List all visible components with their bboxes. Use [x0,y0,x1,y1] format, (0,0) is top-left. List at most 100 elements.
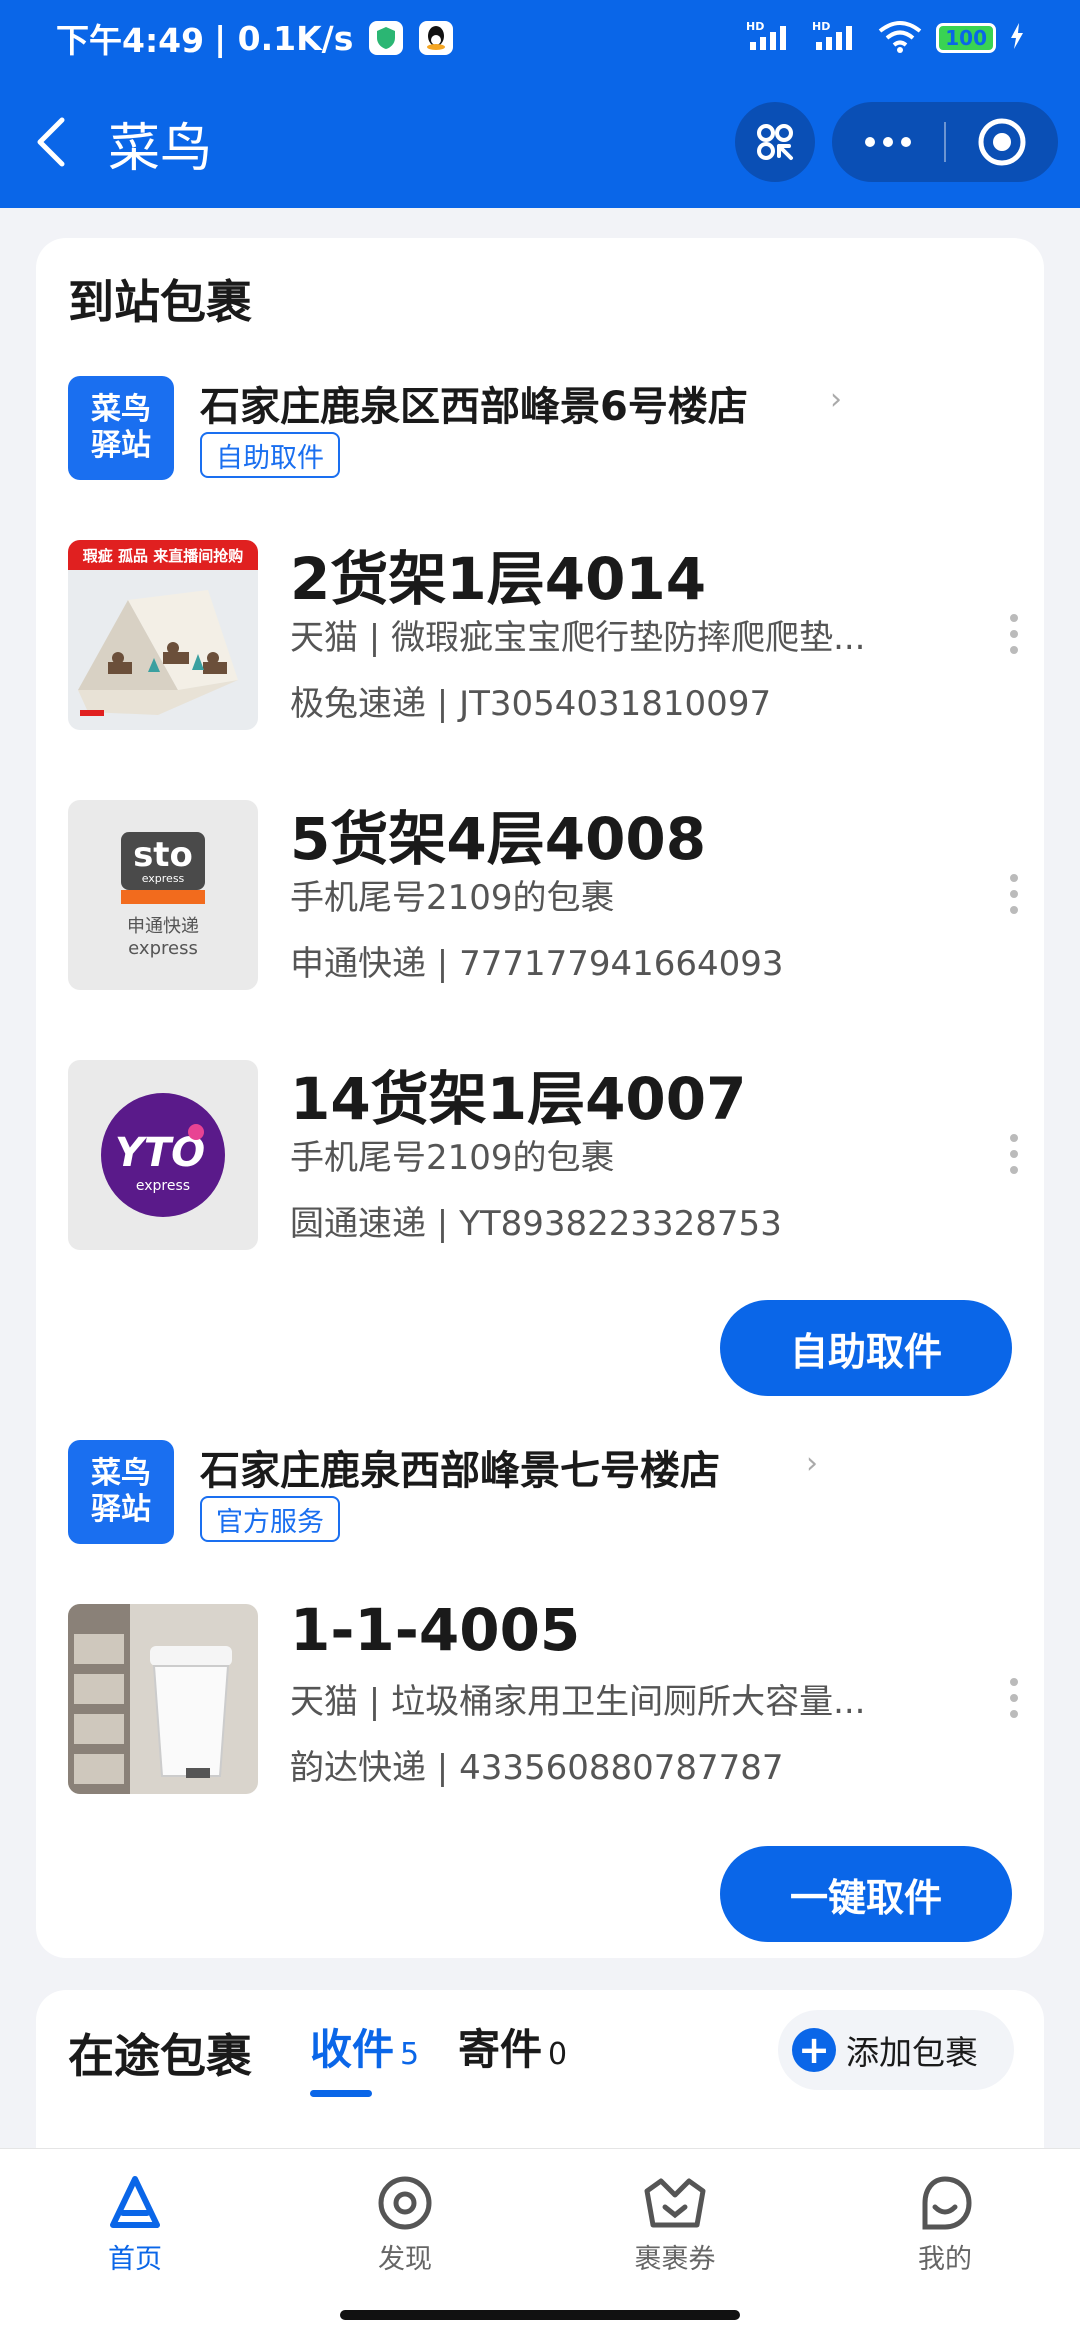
package-tracking: 极兔速递 | JT3054031810097 [290,684,772,724]
arrived-packages-card: 到站包裹 菜鸟 驿站 石家庄鹿泉区西部峰景6号楼店 › 自助取件 瑕疵 孤品 来… [36,238,1044,1958]
vertical-dots-icon [1010,1678,1018,1718]
section-title-transit: 在途包裹 [68,2029,252,2083]
package-item[interactable]: 1-1-4005 天猫 | 垃圾桶家用卫生间厕所大容量... 韵达快递 | 43… [68,1596,1020,1794]
tab-send[interactable]: 寄件 0 [458,2016,567,2077]
status-time: 下午4:49 [56,21,205,60]
package-shelf-code: 5货架4层4008 [290,805,707,873]
page-title: 菜鸟 [108,119,213,179]
home-icon [110,2176,160,2228]
tab-receive-label: 收件 [310,2025,395,2074]
thumb-banner-text: 瑕疵 孤品 来直播间抢购 [83,547,243,565]
wifi-icon [878,19,922,58]
network-label-2: HD [812,20,830,33]
chevron-left-icon [37,117,65,167]
mini-program-capsule [832,102,1058,182]
tabbar-label: 发现 [378,2244,432,2275]
station-name: 石家庄鹿泉区西部峰景6号楼店 [200,384,748,430]
package-description: 手机尾号2109的包裹 [290,1138,615,1178]
shield-app-icon [369,21,404,55]
signal-icon: HD [746,20,798,57]
package-more-button[interactable] [1008,872,1020,916]
tab-receive[interactable]: 收件 5 [310,2016,419,2077]
tabbar-label: 我的 [918,2244,972,2275]
tabbar-label: 首页 [108,2244,162,2275]
package-shelf-code: 14货架1层4007 [290,1065,747,1133]
station-header[interactable]: 菜鸟 驿站 石家庄鹿泉西部峰景七号楼店 › 官方服务 [68,1440,1008,1550]
station-name: 石家庄鹿泉西部峰景七号楼店 [200,1448,720,1494]
close-mini-program-button[interactable] [946,102,1058,182]
sto-en-text: express [128,938,198,959]
profile-icon [922,2176,972,2230]
status-speed: | 0.1K/s [214,18,354,58]
tab-send-count: 0 [548,2037,568,2072]
station-tag: 官方服务 [200,1496,340,1542]
package-tracking: 韵达快递 | 433560880787787 [290,1748,784,1788]
tab-send-label: 寄件 [458,2025,543,2074]
one-click-pickup-button[interactable]: 一键取件 [720,1846,1012,1942]
plus-icon: + [792,2028,836,2072]
package-description: 手机尾号2109的包裹 [290,878,615,918]
sto-logo-sub: express [142,872,185,885]
add-package-button[interactable]: + 添加包裹 [778,2010,1014,2090]
package-shelf-code: 1-1-4005 [290,1596,581,1664]
vertical-dots-icon [1010,614,1018,654]
package-thumbnail: 瑕疵 孤品 来直播间抢购 [68,540,258,730]
station-header[interactable]: 菜鸟 驿站 石家庄鹿泉区西部峰景6号楼店 › 自助取件 [68,376,1008,486]
vertical-dots-icon [1010,874,1018,914]
self-pickup-button[interactable]: 自助取件 [720,1300,1012,1396]
status-bar: 下午4:49 | 0.1K/s HD HD 100 [0,0,1080,76]
logo-line-2: 驿站 [91,1492,151,1527]
package-tracking: 申通快递 | 777177941664093 [290,944,784,984]
scan-button[interactable] [735,102,815,182]
cainiao-station-logo: 菜鸟 驿站 [68,376,174,480]
tab-receive-count: 5 [400,2037,420,2072]
back-button[interactable] [32,114,80,170]
logo-line-1: 菜鸟 [91,392,151,427]
package-item[interactable]: 瑕疵 孤品 来直播间抢购 2货架1层4014 天猫 | 微瑕疵宝宝爬行垫防摔爬爬… [68,540,1018,730]
package-more-button[interactable] [1008,1676,1020,1720]
app-screen: 下午4:49 | 0.1K/s HD HD 100 菜鸟 到站包裹 菜鸟 驿站 … [0,0,1080,2340]
chevron-right-icon: › [830,382,842,417]
sto-logo-text: sto [133,835,193,875]
sto-cn-text: 申通快递 [127,916,199,937]
yto-express-logo: YTO express [68,1060,258,1250]
vertical-dots-icon [1010,1134,1018,1174]
section-title-arrived: 到站包裹 [68,275,252,329]
network-label-1: HD [746,20,764,33]
charging-icon [1010,22,1024,54]
discover-icon [378,2176,432,2230]
package-shelf-code: 2货架1层4014 [290,545,707,613]
qq-app-icon [419,21,454,55]
package-item[interactable]: sto express 申通快递 express 5货架4层4008 手机尾号2… [68,800,1018,990]
coupon-icon [644,2178,706,2228]
top-nav-bar: 菜鸟 [0,76,1080,208]
target-icon [978,118,1026,166]
sto-express-logo: sto express 申通快递 express [68,800,258,990]
package-more-button[interactable] [1008,1132,1020,1176]
active-tab-indicator [310,2090,372,2097]
package-more-button[interactable] [1008,612,1020,656]
scan-icon [757,124,793,160]
cainiao-station-logo: 菜鸟 驿站 [68,1440,174,1544]
signal-icon-2: HD [812,20,864,57]
package-thumbnail [68,1604,258,1794]
package-tracking: 圆通速递 | YT8938223328753 [290,1204,782,1244]
logo-line-1: 菜鸟 [91,1456,151,1491]
package-item[interactable]: YTO express 14货架1层4007 手机尾号2109的包裹 圆通速递 … [68,1060,1018,1250]
more-dots-icon [865,137,911,147]
tabbar-item-discover[interactable]: 发现 [305,2173,505,2276]
station-tag: 自助取件 [200,432,340,478]
package-description: 天猫 | 垃圾桶家用卫生间厕所大容量... [290,1682,866,1722]
home-indicator [340,2310,740,2320]
yto-logo-sub: express [136,1178,190,1194]
battery-indicator: 100 [936,23,996,53]
chevron-right-icon: › [806,1446,818,1481]
add-package-label: 添加包裹 [846,2033,978,2072]
package-description: 天猫 | 微瑕疵宝宝爬行垫防摔爬爬垫... [290,618,866,658]
tabbar-item-home[interactable]: 首页 [35,2173,235,2276]
logo-line-2: 驿站 [91,428,151,463]
tabbar-item-profile[interactable]: 我的 [845,2173,1045,2276]
tabbar-item-coupon[interactable]: 裹裹券 [575,2173,775,2276]
tabbar-label: 裹裹券 [634,2244,716,2275]
more-button[interactable] [832,102,944,182]
